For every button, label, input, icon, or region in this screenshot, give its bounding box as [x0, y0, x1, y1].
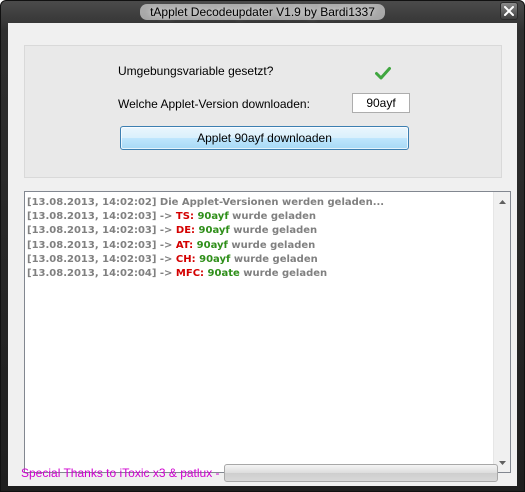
log-suffix: wurde geladen [228, 211, 317, 223]
log-timestamp: [13.08.2013, 14:02:03] -> [27, 211, 176, 223]
window-client-area: Umgebungsvariable gesetzt? Welche Applet… [8, 23, 517, 486]
log-timestamp: [13.08.2013, 14:02:03] -> [27, 225, 176, 237]
log-scrollbar[interactable] [493, 192, 510, 472]
settings-panel: Umgebungsvariable gesetzt? Welche Applet… [24, 45, 502, 178]
log-lines: [13.08.2013, 14:02:02] Die Applet-Versio… [27, 196, 492, 281]
log-timestamp: [13.08.2013, 14:02:03] -> [27, 253, 176, 265]
log-line: [13.08.2013, 14:02:02] Die Applet-Versio… [27, 196, 492, 210]
log-line: [13.08.2013, 14:02:03] -> CH: 90ayf wurd… [27, 253, 492, 267]
log-region: TS: [175, 211, 194, 223]
log-suffix: wurde geladen [239, 268, 328, 280]
log-suffix: wurde geladen [230, 253, 318, 265]
log-suffix: wurde geladen [229, 225, 318, 237]
version-input[interactable] [352, 93, 410, 113]
log-version: 90ayf [198, 225, 230, 237]
log-line: [13.08.2013, 14:02:03] -> TS: 90ayf wurd… [27, 210, 492, 224]
close-icon [504, 6, 514, 16]
arrow-up-icon [499, 199, 506, 204]
version-label: Welche Applet-Version downloaden: [118, 97, 310, 111]
log-region: AT: [175, 239, 194, 251]
log-timestamp: [13.08.2013, 14:02:04] -> [27, 268, 176, 280]
log-region: DE: [175, 225, 196, 237]
log-line: [13.08.2013, 14:02:03] -> DE: 90ayf wurd… [27, 224, 492, 238]
window-title: tApplet Decodeupdater V1.9 by Bardi1337 [140, 4, 385, 20]
log-region: CH: [175, 253, 196, 265]
log-message: [13.08.2013, 14:02:02] Die Applet-Versio… [27, 197, 385, 208]
log-version: 90ayf [199, 253, 231, 265]
log-line: [13.08.2013, 14:02:04] -> MFC: 90ate wur… [27, 267, 492, 281]
log-line: [13.08.2013, 14:02:03] -> AT: 90ayf wurd… [27, 239, 492, 253]
log-version: 90ate [207, 268, 240, 280]
log-suffix: wurde geladen [227, 239, 316, 251]
download-button-label: Applet 90ayf downloaden [197, 131, 332, 145]
thanks-text: Special Thanks to iToxic x3 & patlux - [21, 466, 220, 480]
app-window: tApplet Decodeupdater V1.9 by Bardi1337 … [0, 0, 525, 492]
scroll-up-button[interactable] [494, 193, 511, 210]
title-bar[interactable]: tApplet Decodeupdater V1.9 by Bardi1337 [1, 1, 524, 23]
log-textbox[interactable]: [13.08.2013, 14:02:02] Die Applet-Versio… [24, 191, 511, 473]
log-region: MFC: [175, 268, 205, 280]
download-progress-bar [224, 464, 498, 482]
close-button[interactable] [500, 2, 518, 20]
arrow-down-icon [499, 460, 506, 465]
env-variable-label: Umgebungsvariable gesetzt? [118, 64, 274, 78]
log-version: 90ayf [197, 211, 229, 223]
log-version: 90ayf [196, 239, 228, 251]
check-icon [375, 67, 391, 80]
download-button[interactable]: Applet 90ayf downloaden [120, 126, 409, 150]
log-timestamp: [13.08.2013, 14:02:03] -> [27, 239, 176, 251]
